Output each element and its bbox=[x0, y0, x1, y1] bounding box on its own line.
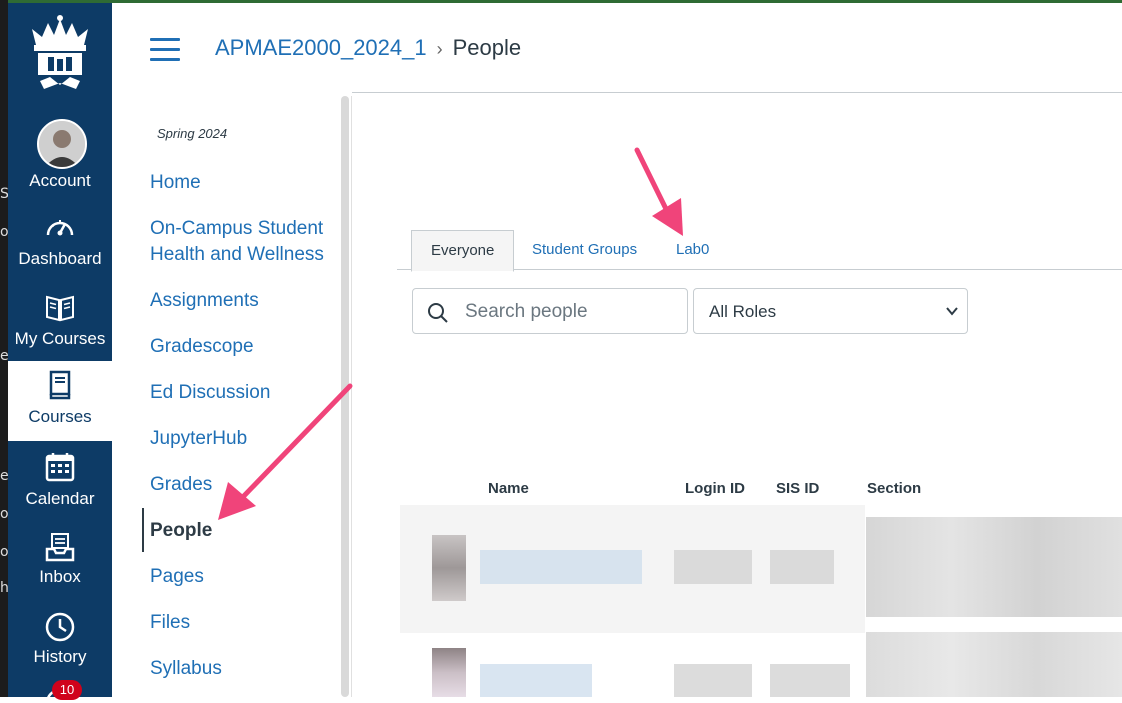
column-header-sis-id[interactable]: SIS ID bbox=[776, 480, 819, 497]
table-cell-section bbox=[866, 517, 1122, 617]
table-cell-section bbox=[866, 632, 1122, 697]
annotation-arrow-lab0 bbox=[634, 147, 683, 236]
tab-lab0[interactable]: Lab0 bbox=[676, 230, 709, 270]
table-cell-sis bbox=[770, 550, 834, 584]
table-cell-sis bbox=[770, 664, 850, 697]
background-desktop-edge: S o e e o o h bbox=[0, 0, 9, 697]
column-header-section[interactable]: Section bbox=[867, 480, 921, 497]
tab-everyone[interactable]: Everyone bbox=[411, 230, 515, 272]
search-people-field[interactable] bbox=[412, 288, 688, 334]
hamburger-icon-line bbox=[150, 58, 180, 61]
breadcrumb-separator-icon: › bbox=[436, 39, 443, 59]
breadcrumb-course-link[interactable]: APMAE2000_2024_1 bbox=[215, 35, 427, 60]
search-input[interactable] bbox=[463, 299, 682, 325]
global-nav-history[interactable]: History bbox=[8, 603, 112, 683]
breadcrumb: APMAE2000_2024_1 › People bbox=[215, 35, 521, 61]
course-nav-files[interactable]: Files bbox=[150, 610, 340, 636]
column-header-login-id[interactable]: Login ID bbox=[685, 480, 745, 497]
hamburger-icon bbox=[150, 38, 180, 41]
course-nav-home[interactable]: Home bbox=[150, 170, 340, 196]
header-divider bbox=[352, 92, 1122, 93]
hamburger-icon-line bbox=[150, 48, 180, 51]
window-top-edge bbox=[0, 0, 1122, 3]
university-crown-logo-icon[interactable] bbox=[28, 15, 92, 95]
edge-char: o bbox=[0, 544, 9, 560]
course-nav-gradescope[interactable]: Gradescope bbox=[150, 334, 340, 360]
course-nav-pages[interactable]: Pages bbox=[150, 564, 340, 590]
global-navigation: Account Dashboard My Courses Courses Cal… bbox=[8, 3, 112, 703]
global-nav-label: Courses bbox=[28, 407, 92, 426]
avatar bbox=[432, 648, 466, 697]
global-nav-calendar[interactable]: Calendar bbox=[8, 443, 112, 523]
annotation-arrow-people bbox=[218, 383, 353, 520]
course-term: Spring 2024 bbox=[157, 126, 228, 141]
roles-select[interactable]: All Roles bbox=[693, 288, 968, 334]
dashboard-icon bbox=[46, 220, 74, 236]
chevron-down-icon bbox=[946, 307, 958, 316]
table-cell-login bbox=[674, 550, 752, 584]
edge-char: e bbox=[0, 348, 9, 364]
edge-char: o bbox=[0, 506, 9, 522]
active-item-indicator bbox=[142, 508, 144, 552]
global-nav-inbox[interactable]: Inbox bbox=[8, 523, 112, 603]
edge-char: S bbox=[0, 186, 9, 202]
course-nav-health-wellness[interactable]: On-Campus Student Health and Wellness bbox=[150, 216, 340, 268]
global-nav-label: Calendar bbox=[25, 489, 95, 508]
clock-icon bbox=[45, 612, 75, 642]
edge-char: o bbox=[0, 224, 9, 240]
course-nav-scrollbar[interactable] bbox=[341, 96, 349, 697]
inbox-icon bbox=[45, 533, 75, 562]
tab-student-groups[interactable]: Student Groups bbox=[532, 230, 637, 270]
course-nav-jupyterhub[interactable]: JupyterHub bbox=[150, 426, 340, 452]
course-menu-toggle-button[interactable] bbox=[150, 38, 180, 61]
course-nav-grades[interactable]: Grades bbox=[150, 472, 340, 498]
global-nav-label: Inbox bbox=[39, 567, 81, 586]
global-nav-label: Account bbox=[29, 171, 91, 190]
avatar-icon bbox=[39, 121, 85, 167]
table-cell-name bbox=[480, 664, 592, 697]
global-nav-dashboard[interactable]: Dashboard bbox=[8, 203, 112, 283]
global-nav-courses[interactable]: Courses bbox=[8, 361, 112, 441]
breadcrumb-current: People bbox=[452, 35, 522, 60]
edge-char: e bbox=[0, 468, 9, 484]
global-nav-account[interactable]: Account bbox=[8, 113, 112, 193]
courses-icon bbox=[49, 370, 71, 400]
avatar bbox=[37, 119, 87, 169]
global-nav-my-courses[interactable]: My Courses bbox=[8, 283, 112, 363]
course-nav-people[interactable]: People bbox=[150, 518, 340, 544]
table-cell-login bbox=[674, 664, 752, 697]
course-nav-ed-discussion[interactable]: Ed Discussion bbox=[150, 380, 340, 406]
global-nav-label: History bbox=[33, 647, 87, 666]
notification-badge: 10 bbox=[52, 680, 82, 700]
edge-char: h bbox=[0, 580, 9, 596]
column-header-name[interactable]: Name bbox=[488, 480, 529, 497]
course-nav-syllabus[interactable]: Syllabus bbox=[150, 656, 340, 682]
avatar bbox=[432, 535, 466, 601]
course-nav-assignments[interactable]: Assignments bbox=[150, 288, 340, 314]
roles-select-value: All Roles bbox=[709, 302, 777, 321]
global-nav-label: Dashboard bbox=[18, 249, 102, 268]
course-nav-divider bbox=[351, 96, 352, 697]
table-cell-name bbox=[480, 550, 642, 584]
book-icon bbox=[46, 295, 74, 322]
calendar-icon bbox=[45, 453, 75, 482]
search-icon bbox=[428, 303, 448, 323]
global-nav-label: My Courses bbox=[14, 329, 106, 348]
